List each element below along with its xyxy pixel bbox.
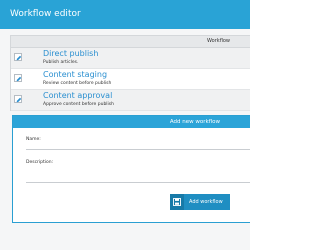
table-header: Workflow bbox=[11, 36, 250, 48]
page-header: Workflow editor bbox=[0, 0, 250, 29]
workflow-name-link[interactable]: Content staging bbox=[43, 70, 107, 79]
edit-button[interactable] bbox=[14, 74, 22, 82]
edit-icon bbox=[16, 55, 22, 61]
name-label: Name: bbox=[26, 137, 41, 142]
name-field[interactable] bbox=[26, 149, 250, 150]
workflow-name-link[interactable]: Content approval bbox=[43, 91, 112, 100]
edit-icon bbox=[16, 76, 22, 82]
description-field[interactable] bbox=[26, 182, 250, 183]
table-row: Content approval Approve content before … bbox=[11, 90, 250, 111]
table-row: Content staging Review content before pu… bbox=[11, 69, 250, 90]
column-header-workflow: Workflow bbox=[207, 38, 230, 44]
content-area: Workflow Direct publish Publish articles… bbox=[0, 29, 250, 250]
workflow-description: Approve content before publish bbox=[43, 102, 114, 107]
add-workflow-button-label: Add workflow bbox=[189, 199, 223, 205]
edit-button[interactable] bbox=[14, 53, 22, 61]
table-row: Direct publish Publish articles. bbox=[11, 48, 250, 69]
workflow-description: Review content before publish bbox=[43, 81, 112, 86]
page-title: Workflow editor bbox=[10, 9, 81, 19]
add-workflow-button[interactable]: Add workflow bbox=[170, 194, 230, 210]
save-icon bbox=[170, 194, 184, 210]
add-workflow-panel-title: Add new workflow bbox=[13, 116, 250, 128]
edit-button[interactable] bbox=[14, 95, 22, 103]
edit-icon bbox=[16, 97, 22, 103]
add-workflow-panel: Add new workflow Name: Description: Add … bbox=[12, 115, 250, 223]
workflow-table: Workflow Direct publish Publish articles… bbox=[10, 35, 250, 111]
description-label: Description: bbox=[26, 160, 54, 165]
workflow-name-link[interactable]: Direct publish bbox=[43, 49, 98, 58]
workflow-description: Publish articles. bbox=[43, 60, 79, 65]
